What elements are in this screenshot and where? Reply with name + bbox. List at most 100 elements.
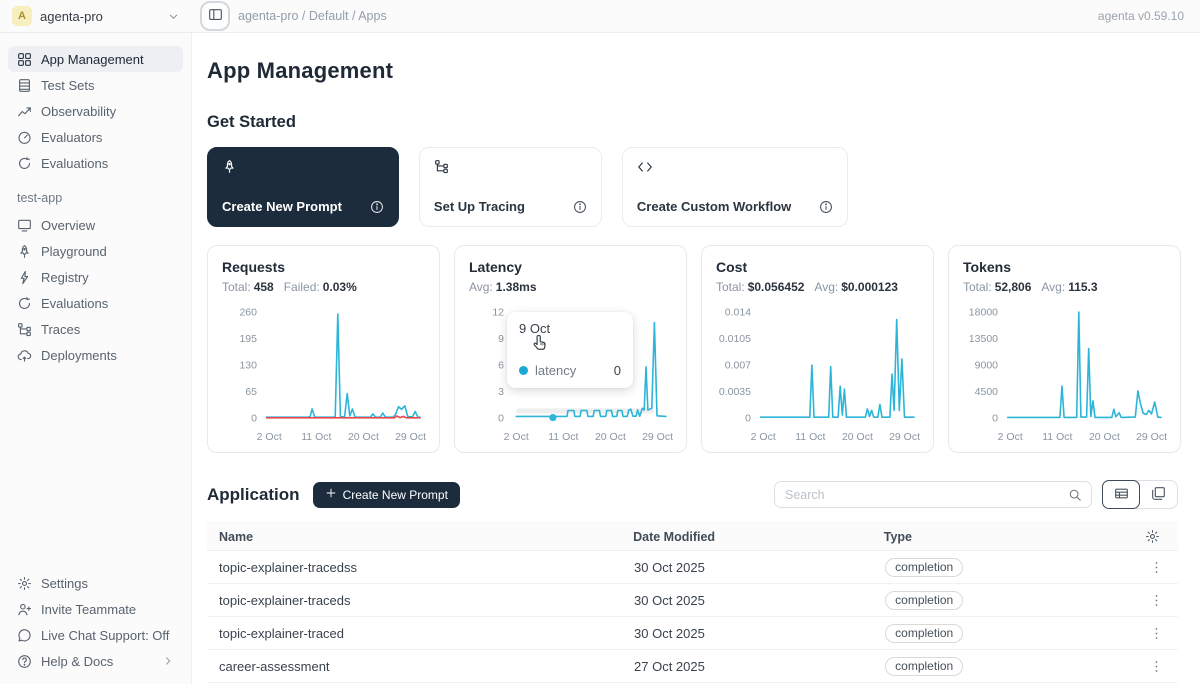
chart-stat: Total:$0.056452 (716, 280, 804, 294)
tree-icon (17, 322, 32, 337)
row-menu-button[interactable] (1147, 591, 1166, 610)
chart-stats: Total:$0.056452 Avg:$0.000123 (716, 280, 921, 294)
sidebar-item-label: App Management (41, 52, 144, 67)
column-header-type: Type (872, 530, 1133, 544)
gauge-icon (17, 130, 32, 145)
type-badge: completion (885, 624, 963, 643)
chart-card-tokens: TokensTotal:52,806Avg:115.30450090001350… (948, 245, 1181, 453)
table-view-icon (1114, 486, 1129, 504)
sidebar-item-evaluators[interactable]: Evaluators (8, 124, 183, 150)
get-started-heading: Get Started (207, 113, 1178, 132)
sidebar-item-label: Traces (41, 322, 80, 337)
info-icon[interactable] (573, 200, 587, 214)
monitor-icon (17, 218, 32, 233)
svg-text:0.0035: 0.0035 (719, 386, 751, 398)
sidebar-item-help-docs[interactable]: Help & Docs (8, 648, 183, 674)
date-modified-cell: 30 Oct 2025 (622, 560, 873, 575)
info-icon[interactable] (819, 200, 833, 214)
chart-stat: Avg:$0.000123 (814, 280, 898, 294)
get-started-card-create-custom-workflow[interactable]: Create Custom Workflow (622, 147, 848, 227)
svg-text:20 Oct: 20 Oct (1089, 431, 1120, 443)
sidebar-item-traces[interactable]: Traces (8, 316, 183, 342)
card-view-button[interactable] (1139, 481, 1177, 508)
row-menu-button[interactable] (1147, 624, 1166, 643)
get-started-card-set-up-tracing[interactable]: Set Up Tracing (419, 147, 602, 227)
svg-text:260: 260 (239, 307, 257, 319)
sidebar-footer-nav: Settings Invite Teammate Live Chat Support… (8, 570, 183, 674)
chart-title: Cost (716, 259, 921, 275)
sidebar-item-observability[interactable]: Observability (8, 98, 183, 124)
get-started-card-create-new-prompt[interactable]: Create New Prompt (207, 147, 399, 227)
table-row[interactable]: topic-explainer-tracedss30 Oct 2025compl… (207, 551, 1178, 584)
column-header-date-modified: Date Modified (621, 530, 872, 544)
sidebar-item-registry[interactable]: Registry (8, 264, 183, 290)
sidebar-item-evaluations[interactable]: Evaluations (8, 290, 183, 316)
chart-stat: Total:52,806 (963, 280, 1031, 294)
svg-text:11 Oct: 11 Oct (548, 431, 578, 443)
sidebar-project-nav: Overview PlaygroundRegistryEvaluations Tra… (8, 212, 183, 368)
get-started-card-label: Create Custom Workflow (637, 199, 791, 214)
svg-text:29 Oct: 29 Oct (642, 431, 673, 443)
date-modified-cell: 30 Oct 2025 (622, 593, 873, 608)
table-view-button[interactable] (1102, 480, 1140, 509)
svg-text:3: 3 (498, 386, 504, 398)
column-settings-button[interactable] (1145, 529, 1160, 544)
chart-tooltip: 9 Octlatency0 (507, 312, 633, 388)
svg-text:2 Oct: 2 Oct (998, 431, 1023, 443)
chart-plot[interactable]: 00.00350.0070.01050.0142 Oct11 Oct20 Oct… (716, 300, 921, 446)
chart-plot[interactable]: 0651301952602 Oct11 Oct20 Oct29 Oct (222, 300, 427, 446)
sidebar-item-app-management[interactable]: App Management (8, 46, 183, 72)
svg-text:20 Oct: 20 Oct (842, 431, 873, 443)
table-row[interactable]: career-assessment27 Oct 2025completion (207, 650, 1178, 683)
svg-text:2 Oct: 2 Oct (504, 431, 529, 443)
table-row[interactable]: topic-explainer-traced30 Oct 2025complet… (207, 617, 1178, 650)
svg-text:9: 9 (498, 333, 504, 345)
sidebar-item-live-chat-support-off[interactable]: Live Chat Support: Off (8, 622, 183, 648)
search-input[interactable] (785, 488, 1068, 502)
svg-text:9000: 9000 (975, 360, 999, 372)
table-row[interactable]: topic-explainer-traceds30 Oct 2025comple… (207, 584, 1178, 617)
sidebar-item-overview[interactable]: Overview (8, 212, 183, 238)
get-started-card-footer: Set Up Tracing (434, 199, 587, 214)
svg-text:0.007: 0.007 (725, 360, 751, 372)
application-header: Application Create New Prompt (207, 480, 1178, 509)
sidebar-item-invite-teammate[interactable]: Invite Teammate (8, 596, 183, 622)
workspace-avatar: A (12, 6, 32, 26)
sidebar-item-evaluations[interactable]: Evaluations (8, 150, 183, 176)
get-started-cards: Create New Prompt Set Up Tracing Create Cu… (207, 147, 1178, 227)
stats-charts-row: RequestsTotal:458Failed:0.03%06513019526… (207, 245, 1178, 453)
sidebar-toggle-button[interactable] (200, 1, 230, 31)
table-controls (774, 480, 1178, 509)
sidebar-item-settings[interactable]: Settings (8, 570, 183, 596)
search-box[interactable] (774, 481, 1092, 508)
app-name-cell: career-assessment (207, 659, 622, 674)
create-new-prompt-button[interactable]: Create New Prompt (313, 482, 460, 508)
sidebar-item-label: Invite Teammate (41, 602, 136, 617)
get-started-card-label: Set Up Tracing (434, 199, 525, 214)
sidebar-item-playground[interactable]: Playground (8, 238, 183, 264)
chart-plot[interactable]: 04500900013500180002 Oct11 Oct20 Oct29 O… (963, 300, 1168, 446)
svg-text:2 Oct: 2 Oct (257, 431, 282, 443)
chart-stat: Failed:0.03% (284, 280, 357, 294)
svg-text:0: 0 (498, 413, 504, 425)
sidebar-item-deployments[interactable]: Deployments (8, 342, 183, 368)
svg-text:29 Oct: 29 Oct (395, 431, 426, 443)
mouse-cursor-icon (531, 332, 550, 358)
app-name-cell: topic-explainer-traceds (207, 593, 622, 608)
svg-text:29 Oct: 29 Oct (1136, 431, 1167, 443)
sidebar-item-test-sets[interactable]: Test Sets (8, 72, 183, 98)
row-menu-button[interactable] (1147, 657, 1166, 676)
type-badge: completion (885, 657, 963, 676)
get-started-card-footer: Create Custom Workflow (637, 199, 833, 214)
svg-text:20 Oct: 20 Oct (595, 431, 626, 443)
create-new-prompt-label: Create New Prompt (343, 488, 448, 502)
date-modified-cell: 30 Oct 2025 (622, 626, 873, 641)
chart-stat: Avg:1.38ms (469, 280, 537, 294)
info-icon[interactable] (370, 200, 384, 214)
workspace-selector[interactable]: A agenta-pro (0, 6, 192, 26)
row-menu-button[interactable] (1147, 558, 1166, 577)
sidebar-item-label: Overview (41, 218, 95, 233)
type-cell: completion (873, 657, 1135, 676)
main-content: App Management Get Started Create New Pr… (192, 33, 1200, 684)
search-icon[interactable] (1068, 488, 1082, 502)
